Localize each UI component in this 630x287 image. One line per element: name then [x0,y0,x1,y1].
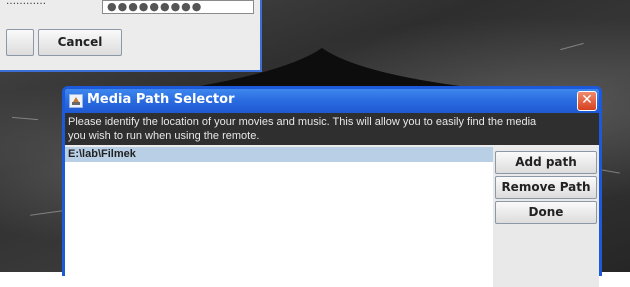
list-item[interactable]: E:\lab\Filmek [65,147,493,162]
app-icon [69,94,83,108]
close-button[interactable]: ✕ [577,91,597,111]
close-icon: ✕ [581,92,593,108]
media-path-selector-dialog: Media Path Selector ✕ Please identify th… [62,86,602,287]
remove-path-button[interactable]: Remove Path [495,176,597,199]
add-path-button[interactable]: Add path [495,151,597,174]
background-dialog: ………… ●●●●●●●●● Cancel [0,0,262,72]
path-list[interactable]: E:\lab\Filmek [65,147,493,287]
done-button[interactable]: Done [495,201,597,224]
info-line: Please identify the location of your mov… [68,116,537,128]
button-panel: Add path Remove Path Done [493,147,599,287]
info-line: you wish to run when using the remote. [68,130,260,142]
background-dialog-label: ………… [6,0,46,7]
background-dialog-button[interactable] [6,29,34,56]
title-bar[interactable]: Media Path Selector ✕ [65,89,599,113]
info-text: Please identify the location of your mov… [65,113,599,145]
password-field[interactable]: ●●●●●●●●● [102,0,254,14]
cancel-button[interactable]: Cancel [38,29,122,56]
dialog-title: Media Path Selector [87,92,235,107]
